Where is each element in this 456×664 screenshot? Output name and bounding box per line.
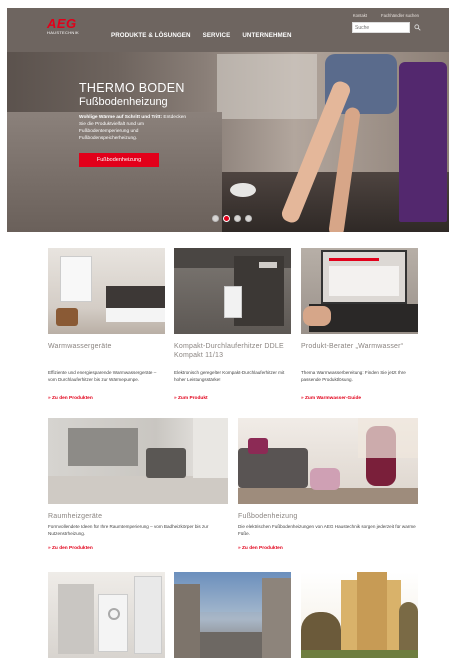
main-nav: PRODUKTE & LÖSUNGEN SERVICE UNTERNEHMEN (111, 32, 292, 39)
tile-description: Formvollendete Ideen für Ihre Raumtemper… (48, 524, 209, 536)
tile-image[interactable] (48, 418, 228, 504)
tile-link[interactable]: » Zum Warmwasser-Guide (301, 396, 361, 401)
nav-item-service[interactable]: SERVICE (203, 32, 231, 39)
slider-dot[interactable] (245, 215, 252, 222)
hero-banner: THERMO BODEN Fußbodenheizung Wohlige Wär… (7, 52, 449, 232)
dealer-search-link[interactable]: Fachhändler suchen (381, 13, 419, 18)
nav-item-company[interactable]: UNTERNEHMEN (242, 32, 291, 39)
tile-title: Produkt-Berater „Warmwasser“ (301, 343, 404, 350)
tile-title: Raumheizgeräte (48, 513, 103, 520)
tile-image[interactable] (238, 418, 418, 504)
tile-link[interactable]: » Zum Produkt (174, 396, 208, 401)
hero-thermostat (230, 183, 256, 197)
tile-title: Kompakt-Durchlauferhitzer DDLE Kompakt 1… (174, 343, 284, 359)
aeg-logo[interactable]: AEG HAUSTECHNIK (47, 16, 87, 36)
utility-nav: Kontakt Fachhändler suchen (353, 13, 419, 18)
tile-title: Fußbodenheizung (238, 513, 298, 520)
hero-title: THERMO BODEN (79, 81, 185, 95)
slider-dot[interactable] (234, 215, 241, 222)
tile-link[interactable]: » Zu den Produkten (48, 396, 93, 401)
contact-link[interactable]: Kontakt (353, 13, 367, 18)
search-input[interactable] (352, 22, 410, 33)
logo-subtitle: HAUSTECHNIK (47, 30, 79, 35)
hero-text-strong: Wohlige Wärme auf Schritt und Tritt: (79, 115, 163, 120)
logo-wordmark: AEG (47, 16, 77, 31)
tile-image[interactable] (48, 572, 165, 658)
tile-image[interactable] (174, 572, 291, 658)
hero-window (217, 54, 317, 119)
tile-description: Thema Warmwasserbereitung: Finden Sie je… (301, 370, 406, 382)
tile-description: Elektronisch geregelter Kompakt-Durchlau… (174, 370, 285, 382)
hero-text: Wohlige Wärme auf Schritt und Tritt: Ent… (79, 114, 189, 142)
tile-image[interactable] (48, 248, 165, 334)
hero-subtitle: Fußbodenheizung (79, 96, 168, 108)
tile-image[interactable] (301, 572, 418, 658)
tile-image[interactable] (301, 248, 418, 334)
tile-link[interactable]: » Zu den Produkten (48, 546, 93, 551)
slider-dot-active[interactable] (223, 215, 230, 222)
nav-item-products[interactable]: PRODUKTE & LÖSUNGEN (111, 32, 191, 39)
tile-description: Die elektrischen Fußbodenheizungen von A… (238, 524, 416, 536)
hero-cta-button[interactable]: Fußbodenheizung (79, 153, 159, 167)
hero-towel (399, 62, 447, 222)
search-icon[interactable] (414, 24, 421, 31)
tile-image[interactable] (174, 248, 291, 334)
tile-link[interactable]: » Zu den Produkten (238, 546, 283, 551)
slider-dot[interactable] (212, 215, 219, 222)
tile-description: Effiziente und energiesparende Warmwasse… (48, 370, 157, 382)
slider-dots (212, 215, 252, 222)
tile-title: Warmwassergeräte (48, 343, 112, 350)
